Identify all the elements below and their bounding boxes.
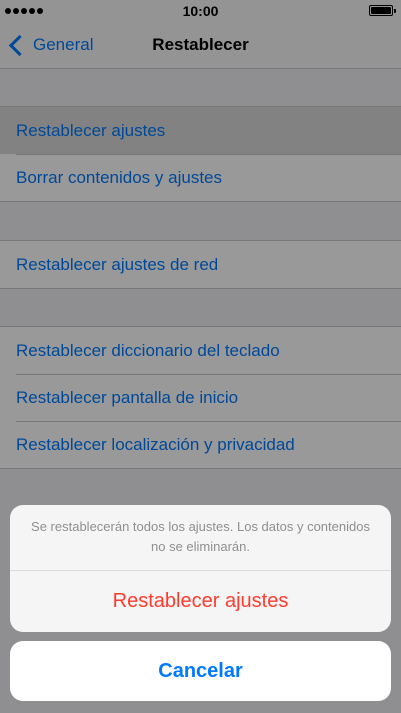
confirm-reset-settings-button[interactable]: Restablecer ajustes	[10, 571, 391, 631]
action-sheet-message: Se restablecerán todos los ajustes. Los …	[10, 505, 391, 571]
action-sheet: Se restablecerán todos los ajustes. Los …	[10, 505, 391, 632]
cancel-button[interactable]: Cancelar	[10, 641, 391, 701]
